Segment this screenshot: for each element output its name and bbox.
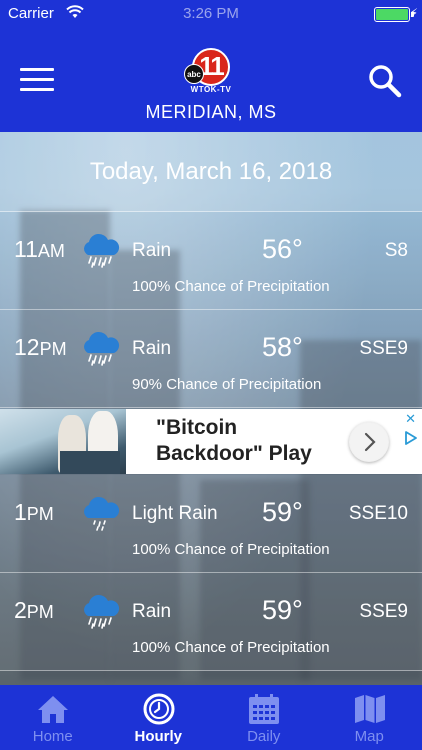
hourly-row[interactable]: 2PM Rain 59° SSE9 100% Chance of Precipitati… — [0, 573, 422, 671]
hour-wind: SSE9 — [359, 601, 408, 622]
status-time: 3:26 PM — [183, 5, 239, 22]
hour-time: 1PM — [14, 499, 54, 525]
date-heading: Today, March 16, 2018 — [0, 132, 422, 212]
hour-time: 12PM — [14, 334, 67, 360]
home-icon — [38, 696, 68, 723]
menu-button[interactable] — [20, 68, 54, 92]
hour-wind: S8 — [384, 240, 408, 261]
station-logo: 11 abc WTOK-TV — [178, 48, 244, 98]
adchoices-icon[interactable] — [404, 431, 417, 445]
ad-banner[interactable]: "Bitcoin Backdoor" Play ✕ — [0, 409, 422, 474]
rain-cloud-icon — [84, 594, 120, 629]
hour-wind: SSE10 — [348, 503, 408, 524]
ad-image[interactable] — [0, 409, 126, 474]
hour-temperature: 56° — [262, 234, 303, 264]
tab-map[interactable]: Map — [317, 685, 422, 750]
hour-condition: Rain — [132, 240, 172, 261]
rain-cloud-icon — [84, 331, 120, 366]
light-rain-cloud-icon — [84, 496, 120, 531]
hour-precipitation: 100% Chance of Precipitation — [132, 639, 330, 656]
tab-bar: Home Hourly Daily Map — [0, 685, 422, 750]
location-label[interactable]: MERIDIAN, MS — [0, 102, 422, 123]
hourly-row[interactable]: 12PM Rain 58° SSE9 90% Chance of Precipitati… — [0, 310, 422, 408]
hour-temperature: 59° — [262, 595, 303, 625]
hour-condition: Light Rain — [132, 503, 218, 524]
search-icon[interactable] — [368, 64, 402, 98]
hour-precipitation: 100% Chance of Precipitation — [132, 278, 330, 295]
hourly-row[interactable]: 1PM Light Rain 59° SSE10 100% Chance of Prec… — [0, 475, 422, 573]
map-icon — [354, 695, 385, 723]
hourly-row[interactable]: 11AM Rain 56° S8 100% Chance of Precipitatio… — [0, 212, 422, 310]
charging-icon: ⚡ — [409, 6, 418, 20]
hour-precipitation: 90% Chance of Precipitation — [132, 376, 322, 393]
tab-home[interactable]: Home — [0, 685, 106, 750]
tab-hourly[interactable]: Hourly — [106, 685, 212, 750]
hour-time: 2PM — [14, 597, 54, 623]
app-header: 11 abc WTOK-TV MERIDIAN, MS — [0, 28, 422, 132]
hour-time: 11AM — [14, 236, 65, 262]
rain-cloud-icon — [84, 233, 120, 268]
battery-fill — [376, 9, 408, 20]
ad-chevron-right-icon[interactable] — [349, 422, 389, 462]
hour-condition: Rain — [132, 338, 172, 359]
hour-precipitation: 100% Chance of Precipitation — [132, 541, 330, 558]
ad-title[interactable]: "Bitcoin Backdoor" Play — [156, 415, 346, 467]
ad-close-icon[interactable]: ✕ — [405, 411, 416, 427]
status-bar: Carrier 3:26 PM ⚡ — [0, 0, 422, 28]
hour-condition: Rain — [132, 601, 172, 622]
hour-temperature: 59° — [262, 497, 303, 527]
clock-icon — [143, 693, 174, 725]
calendar-icon — [249, 694, 279, 724]
battery-icon — [374, 7, 414, 22]
hour-temperature: 58° — [262, 332, 303, 362]
hour-wind: SSE9 — [359, 338, 408, 359]
tab-daily[interactable]: Daily — [211, 685, 317, 750]
